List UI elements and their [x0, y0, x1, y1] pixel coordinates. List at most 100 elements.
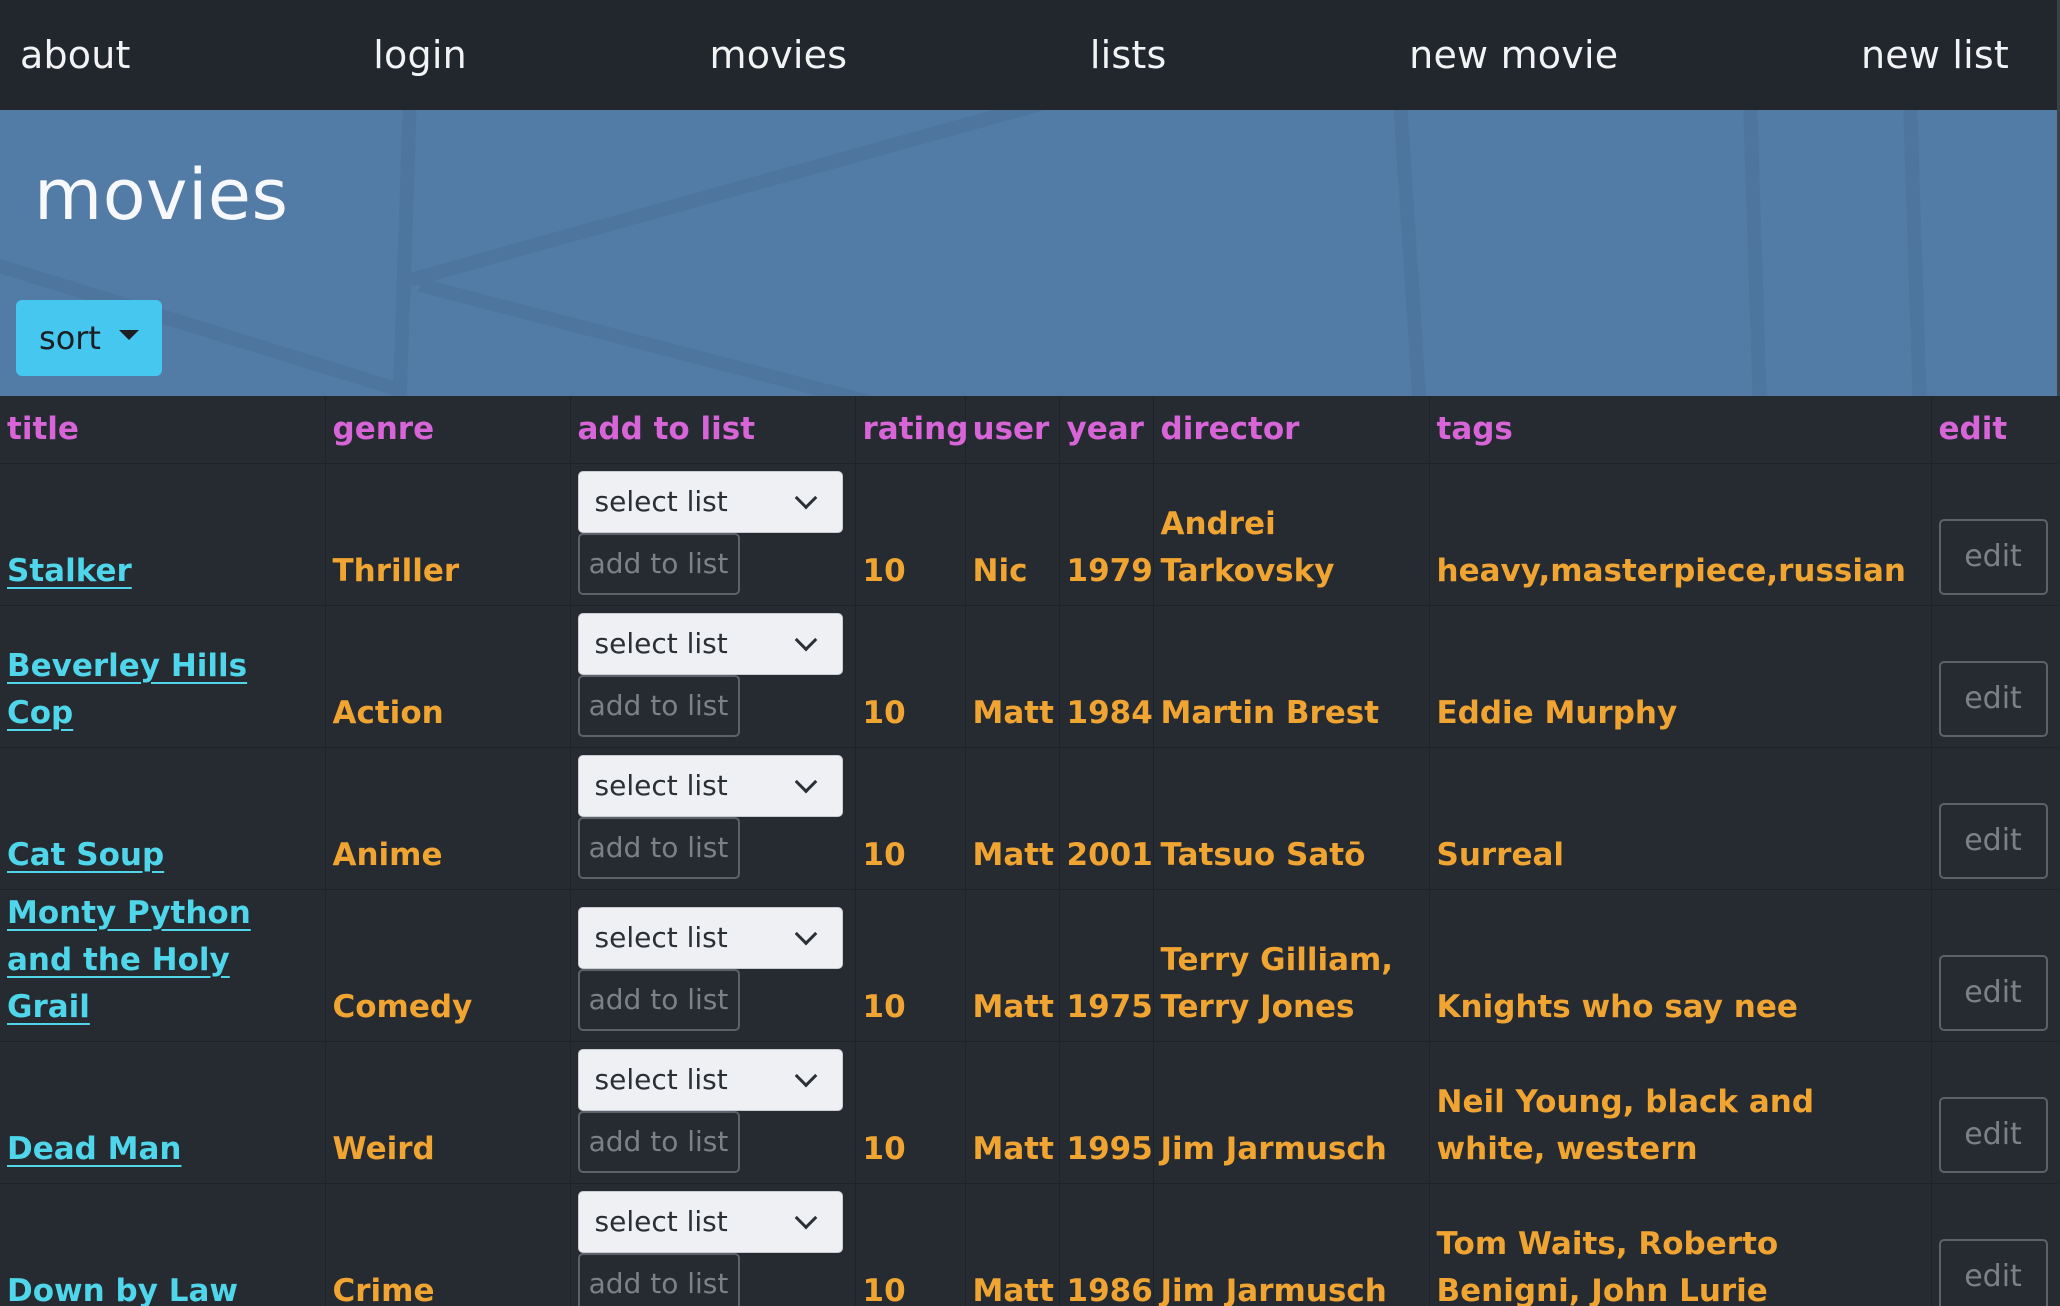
table-row: Cat Soup Anime select list add to list 1…	[0, 747, 2058, 890]
cell-rating: 10	[855, 1183, 966, 1306]
cell-genre: Weird	[325, 1041, 571, 1184]
column-header-year[interactable]: year	[1059, 396, 1154, 464]
page-header-banner: movies sort	[0, 110, 2060, 396]
edit-movie-button[interactable]: edit	[1938, 1238, 2048, 1306]
movie-title-link[interactable]: Down by Law	[7, 1273, 238, 1306]
movie-title-link[interactable]: Stalker	[7, 553, 132, 589]
column-header-tags: tags	[1429, 396, 1932, 464]
cell-genre: Action	[325, 605, 571, 748]
cell-add-to-list: select list add to list	[570, 889, 856, 1042]
list-select-value: select list	[594, 626, 728, 660]
add-to-list-button[interactable]: add to list	[577, 1252, 740, 1306]
cell-rating: 10	[855, 1041, 966, 1184]
cell-add-to-list: select list add to list	[570, 1041, 856, 1184]
add-to-list-button[interactable]: add to list	[577, 816, 740, 879]
caret-down-icon	[118, 330, 139, 340]
table-row: Down by Law Crime select list add to lis…	[0, 1183, 2058, 1306]
list-select-dropdown[interactable]: select list	[577, 906, 843, 969]
cell-tags: Knights who say nee	[1429, 889, 1932, 1042]
cell-rating: 10	[855, 747, 966, 890]
movies-table: title genre add to list rating user year…	[0, 396, 2058, 1306]
column-header-director[interactable]: director	[1153, 396, 1430, 464]
cell-year: 1984	[1059, 605, 1154, 748]
cell-user: Matt	[965, 889, 1060, 1042]
movie-title-link[interactable]: Cat Soup	[7, 837, 164, 873]
cell-title: Beverley Hills Cop	[0, 605, 326, 748]
cell-user: Matt	[965, 1041, 1060, 1184]
movies-table-body: Stalker Thriller select list add to list…	[0, 463, 2058, 1306]
list-select-value: select list	[594, 1062, 728, 1096]
nav-link-lists[interactable]: lists	[1090, 33, 1167, 77]
cell-year: 2001	[1059, 747, 1154, 890]
cell-tags: Eddie Murphy	[1429, 605, 1932, 748]
nav-link-about[interactable]: about	[20, 33, 131, 77]
column-header-genre[interactable]: genre	[325, 396, 571, 464]
cell-tags: Neil Young, black and white, western	[1429, 1041, 1932, 1184]
cell-genre: Thriller	[325, 463, 571, 606]
list-select-value: select list	[594, 768, 728, 802]
movie-title-link[interactable]: Dead Man	[7, 1131, 182, 1167]
movie-title-link[interactable]: Monty Python and the Holy Grail	[7, 895, 251, 1025]
cell-edit: edit	[1931, 605, 2058, 748]
nav-link-movies[interactable]: movies	[710, 33, 848, 77]
sort-button-label: sort	[39, 319, 101, 357]
cell-edit: edit	[1931, 1041, 2058, 1184]
cell-title: Stalker	[0, 463, 326, 606]
sort-dropdown-button[interactable]: sort	[16, 300, 162, 376]
table-row: Dead Man Weird select list add to list 1…	[0, 1041, 2058, 1184]
cell-year: 1975	[1059, 889, 1154, 1042]
cell-tags: Surreal	[1429, 747, 1932, 890]
list-select-dropdown[interactable]: select list	[577, 754, 843, 817]
cell-tags: heavy,masterpiece,russian	[1429, 463, 1932, 606]
movie-title-link[interactable]: Beverley Hills Cop	[7, 648, 247, 731]
list-select-dropdown[interactable]: select list	[577, 1190, 843, 1253]
cell-director: Jim Jarmusch	[1153, 1183, 1430, 1306]
cell-add-to-list: select list add to list	[570, 605, 856, 748]
chevron-down-icon	[794, 486, 817, 509]
edit-movie-button[interactable]: edit	[1938, 518, 2048, 595]
cell-year: 1979	[1059, 463, 1154, 606]
page-title: movies	[34, 154, 289, 236]
cell-rating: 10	[855, 605, 966, 748]
nav-link-new-list[interactable]: new list	[1861, 33, 2009, 77]
cell-genre: Anime	[325, 747, 571, 890]
column-header-user[interactable]: user	[965, 396, 1060, 464]
list-select-dropdown[interactable]: select list	[577, 1048, 843, 1111]
cell-director: Tatsuo Satō	[1153, 747, 1430, 890]
cell-title: Dead Man	[0, 1041, 326, 1184]
chevron-down-icon	[794, 770, 817, 793]
cell-director: Terry Gilliam, Terry Jones	[1153, 889, 1430, 1042]
cell-add-to-list: select list add to list	[570, 747, 856, 890]
cell-title: Down by Law	[0, 1183, 326, 1306]
cell-title: Cat Soup	[0, 747, 326, 890]
cell-rating: 10	[855, 889, 966, 1042]
top-navbar: about login movies lists new movie new l…	[0, 0, 2060, 110]
nav-link-login[interactable]: login	[373, 33, 467, 77]
cell-rating: 10	[855, 463, 966, 606]
add-to-list-button[interactable]: add to list	[577, 1110, 740, 1173]
list-select-dropdown[interactable]: select list	[577, 470, 843, 533]
cell-director: Andrei Tarkovsky	[1153, 463, 1430, 606]
edit-movie-button[interactable]: edit	[1938, 660, 2048, 737]
movies-table-container: title genre add to list rating user year…	[0, 396, 2060, 1306]
list-select-value: select list	[594, 1204, 728, 1238]
cell-year: 1995	[1059, 1041, 1154, 1184]
add-to-list-button[interactable]: add to list	[577, 674, 740, 737]
add-to-list-button[interactable]: add to list	[577, 968, 740, 1031]
edit-movie-button[interactable]: edit	[1938, 802, 2048, 879]
cell-tags: Tom Waits, Roberto Benigni, John Lurie	[1429, 1183, 1932, 1306]
column-header-rating[interactable]: rating	[855, 396, 968, 464]
cell-genre: Comedy	[325, 889, 571, 1042]
edit-movie-button[interactable]: edit	[1938, 1096, 2048, 1173]
cell-edit: edit	[1931, 1183, 2058, 1306]
add-to-list-button[interactable]: add to list	[577, 532, 740, 595]
nav-link-new-movie[interactable]: new movie	[1409, 33, 1618, 77]
column-header-title[interactable]: title	[0, 396, 326, 464]
table-row: Monty Python and the Holy Grail Comedy s…	[0, 889, 2058, 1042]
cell-edit: edit	[1931, 747, 2058, 890]
column-header-edit: edit	[1931, 396, 2058, 464]
cell-edit: edit	[1931, 463, 2058, 606]
cell-user: Matt	[965, 747, 1060, 890]
edit-movie-button[interactable]: edit	[1938, 954, 2048, 1031]
list-select-dropdown[interactable]: select list	[577, 612, 843, 675]
